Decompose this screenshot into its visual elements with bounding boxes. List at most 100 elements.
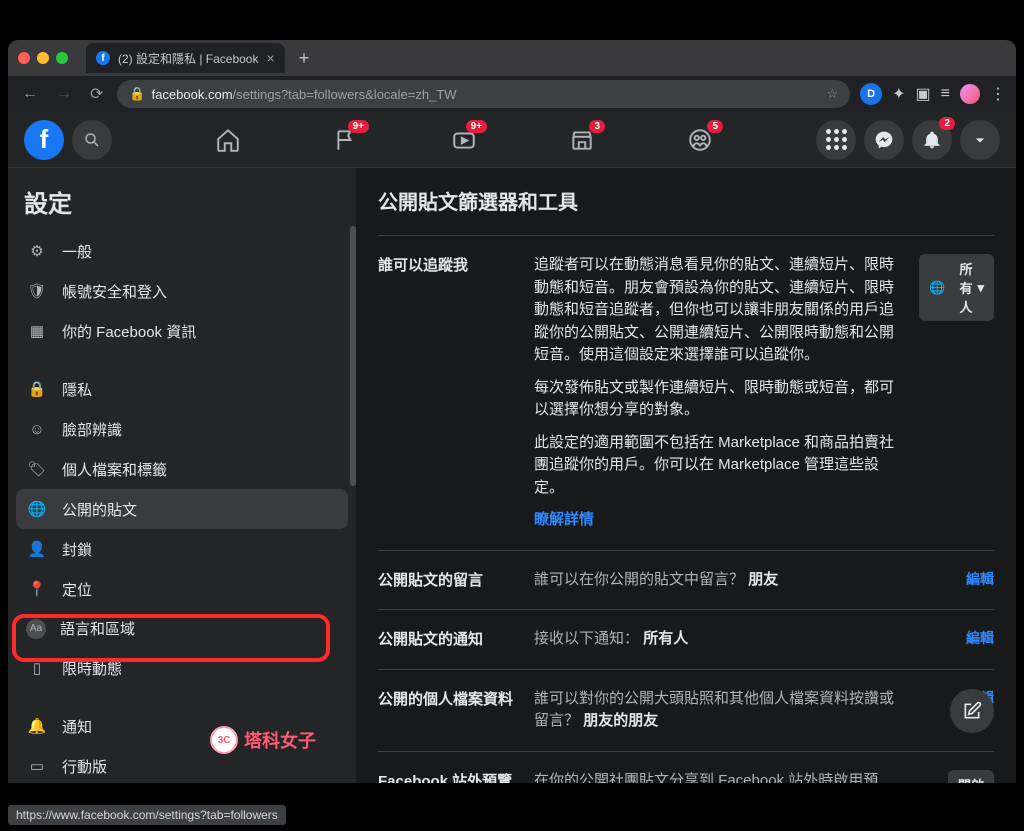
- browser-status-bar: https://www.facebook.com/settings?tab=fo…: [8, 805, 286, 825]
- nav-marketplace[interactable]: 3: [527, 116, 637, 164]
- section-text: 此設定的適用範圍不包括在 Marketplace 和商品拍賣社團追蹤你的用戶。你…: [534, 432, 899, 500]
- learn-more-link[interactable]: 瞭解詳情: [534, 511, 594, 528]
- search-button[interactable]: [72, 120, 112, 160]
- nav-home[interactable]: [173, 116, 283, 164]
- badge: 9+: [466, 120, 487, 133]
- section-value: 朋友: [748, 571, 778, 588]
- sidebar-item-face[interactable]: ☺ 臉部辨識: [16, 409, 348, 449]
- sidebar-item-label: 公開的貼文: [62, 499, 137, 520]
- facebook-logo-icon[interactable]: f: [24, 120, 64, 160]
- badge: 2: [939, 117, 955, 130]
- menu-button[interactable]: [816, 120, 856, 160]
- window-min-icon[interactable]: [37, 52, 49, 64]
- sidebar-item-privacy[interactable]: 🔒 隱私: [16, 369, 348, 409]
- sidebar-item-profile-tag[interactable]: 🏷 個人檔案和標籤: [16, 449, 348, 489]
- section-label: 誰可以追蹤我: [378, 254, 514, 532]
- messenger-button[interactable]: [864, 120, 904, 160]
- nav-pages[interactable]: 9+: [291, 116, 401, 164]
- browser-tab[interactable]: f (2) 設定和隱私 | Facebook ×: [86, 43, 285, 73]
- account-button[interactable]: [960, 120, 1000, 160]
- sidebar-item-label: 定位: [62, 579, 92, 600]
- audience-selector[interactable]: 🌐 所有人 ▾: [919, 254, 994, 321]
- sidebar-item-public-posts[interactable]: 🌐 公開的貼文: [16, 489, 348, 529]
- badge: 9+: [348, 120, 369, 133]
- sidebar-item-fb-info[interactable]: ▦你的 Facebook 資訊: [16, 311, 348, 351]
- home-icon: [215, 127, 241, 153]
- lock-icon: 🔒: [26, 378, 48, 400]
- sidebar-item-label: 封鎖: [62, 539, 92, 560]
- section-desc: 誰可以在你公開的貼文中留言？: [534, 571, 744, 588]
- window-close-icon[interactable]: [18, 52, 30, 64]
- star-icon[interactable]: ☆: [826, 86, 838, 102]
- close-tab-icon[interactable]: ×: [267, 50, 275, 66]
- section-label: 公開貼文的通知: [378, 628, 514, 651]
- watermark: 3C 塔科女子: [210, 726, 316, 754]
- shield-icon: 🛡: [26, 280, 48, 302]
- pin-icon: 📍: [26, 578, 48, 600]
- sidebar-item-label: 通知: [62, 716, 92, 737]
- sidebar-item-language[interactable]: Aa語言和區域: [16, 609, 348, 648]
- face-icon: ☺: [26, 418, 48, 440]
- sidebar-item-blocking[interactable]: 👤 封鎖: [16, 529, 348, 569]
- watermark-icon: 3C: [210, 726, 238, 754]
- search-icon: [83, 131, 101, 149]
- address-bar[interactable]: 🔒 facebook.com/settings?tab=followers&lo…: [117, 80, 850, 108]
- block-icon: 👤: [26, 538, 48, 560]
- globe-icon: 🌐: [26, 498, 48, 520]
- badge: 3: [589, 120, 605, 133]
- section-text: 每次發佈貼文或製作連續短片、限時動態或短音，都可以選擇你想分享的對象。: [534, 377, 899, 422]
- profile-avatar-small[interactable]: [960, 84, 980, 104]
- story-icon: ▯: [26, 657, 48, 679]
- forward-button[interactable]: →: [52, 82, 76, 106]
- bell-icon: 🔔: [26, 715, 48, 737]
- sidebar-item-label: 個人檔案和標籤: [62, 459, 167, 480]
- gear-icon: ⚙: [26, 240, 48, 262]
- compose-button[interactable]: [950, 689, 994, 733]
- window-max-icon[interactable]: [56, 52, 68, 64]
- sidebar-scrollbar[interactable]: [350, 226, 356, 486]
- toggle-button[interactable]: 開啟: [948, 770, 994, 784]
- section-label: Facebook 站外預覽: [378, 770, 514, 784]
- sidebar-item-stories[interactable]: ▯ 限時動態: [16, 648, 348, 688]
- extensions-icon[interactable]: ✦: [892, 84, 905, 104]
- chrome-menu-icon[interactable]: ⋮: [990, 84, 1006, 104]
- notifications-button[interactable]: 2: [912, 120, 952, 160]
- reload-button[interactable]: ⟳: [86, 81, 107, 107]
- tag-icon: 🏷: [26, 458, 48, 480]
- edit-link[interactable]: 編輯: [966, 630, 994, 646]
- sidebar-item-general[interactable]: ⚙一般: [16, 231, 348, 271]
- back-button[interactable]: ←: [18, 82, 42, 106]
- sidebar-item-label: 隱私: [62, 379, 92, 400]
- messenger-icon: [874, 130, 894, 150]
- section-value: 朋友的朋友: [583, 712, 658, 729]
- sidebar-item-security[interactable]: 🛡 帳號安全和登入: [16, 271, 348, 311]
- caret-down-icon: [970, 130, 990, 150]
- facebook-favicon-icon: f: [96, 51, 110, 65]
- section-desc: 在你的公開社團貼文分享到 Facebook 站外時啟用預覽。預覽內容會包含你的用…: [534, 772, 894, 784]
- sidebar-title: 設定: [16, 184, 348, 231]
- sidebar-item-label: 臉部辨識: [62, 419, 122, 440]
- bookmark-list-icon[interactable]: ≡: [941, 85, 950, 103]
- section-value: 所有人: [643, 630, 688, 647]
- new-tab-button[interactable]: +: [293, 48, 316, 69]
- nav-watch[interactable]: 9+: [409, 116, 519, 164]
- toggle-label: 開啟: [958, 775, 984, 784]
- sidebar-item-location[interactable]: 📍 定位: [16, 569, 348, 609]
- lock-icon: 🔒: [129, 86, 145, 102]
- cast-icon[interactable]: ▣: [916, 84, 931, 104]
- section-text: 追蹤者可以在動態消息看見你的貼文、連續短片、限時動態和短音。朋友會預設為你的貼文…: [534, 254, 899, 367]
- mobile-icon: ▭: [26, 755, 48, 777]
- sidebar-item-label: 帳號安全和登入: [62, 281, 167, 302]
- edit-link[interactable]: 編輯: [966, 571, 994, 587]
- settings-sidebar: 設定 ⚙一般 🛡 帳號安全和登入 ▦你的 Facebook 資訊 🔒 隱私 ☺ 臉部辨…: [8, 168, 356, 783]
- sidebar-item-label: 語言和區域: [60, 618, 135, 639]
- audience-label: 所有人: [950, 259, 972, 316]
- badge: 5: [707, 120, 723, 133]
- extension-d-icon[interactable]: D: [860, 83, 882, 105]
- sidebar-item-label: 限時動態: [62, 658, 122, 679]
- edit-icon: [962, 701, 982, 721]
- nav-groups[interactable]: 5: [645, 116, 755, 164]
- section-label: 公開的個人檔案資料: [378, 688, 514, 733]
- facebook-header: f 9+ 9+ 3 5: [8, 112, 1016, 168]
- sidebar-item-label: 行動版: [62, 756, 107, 777]
